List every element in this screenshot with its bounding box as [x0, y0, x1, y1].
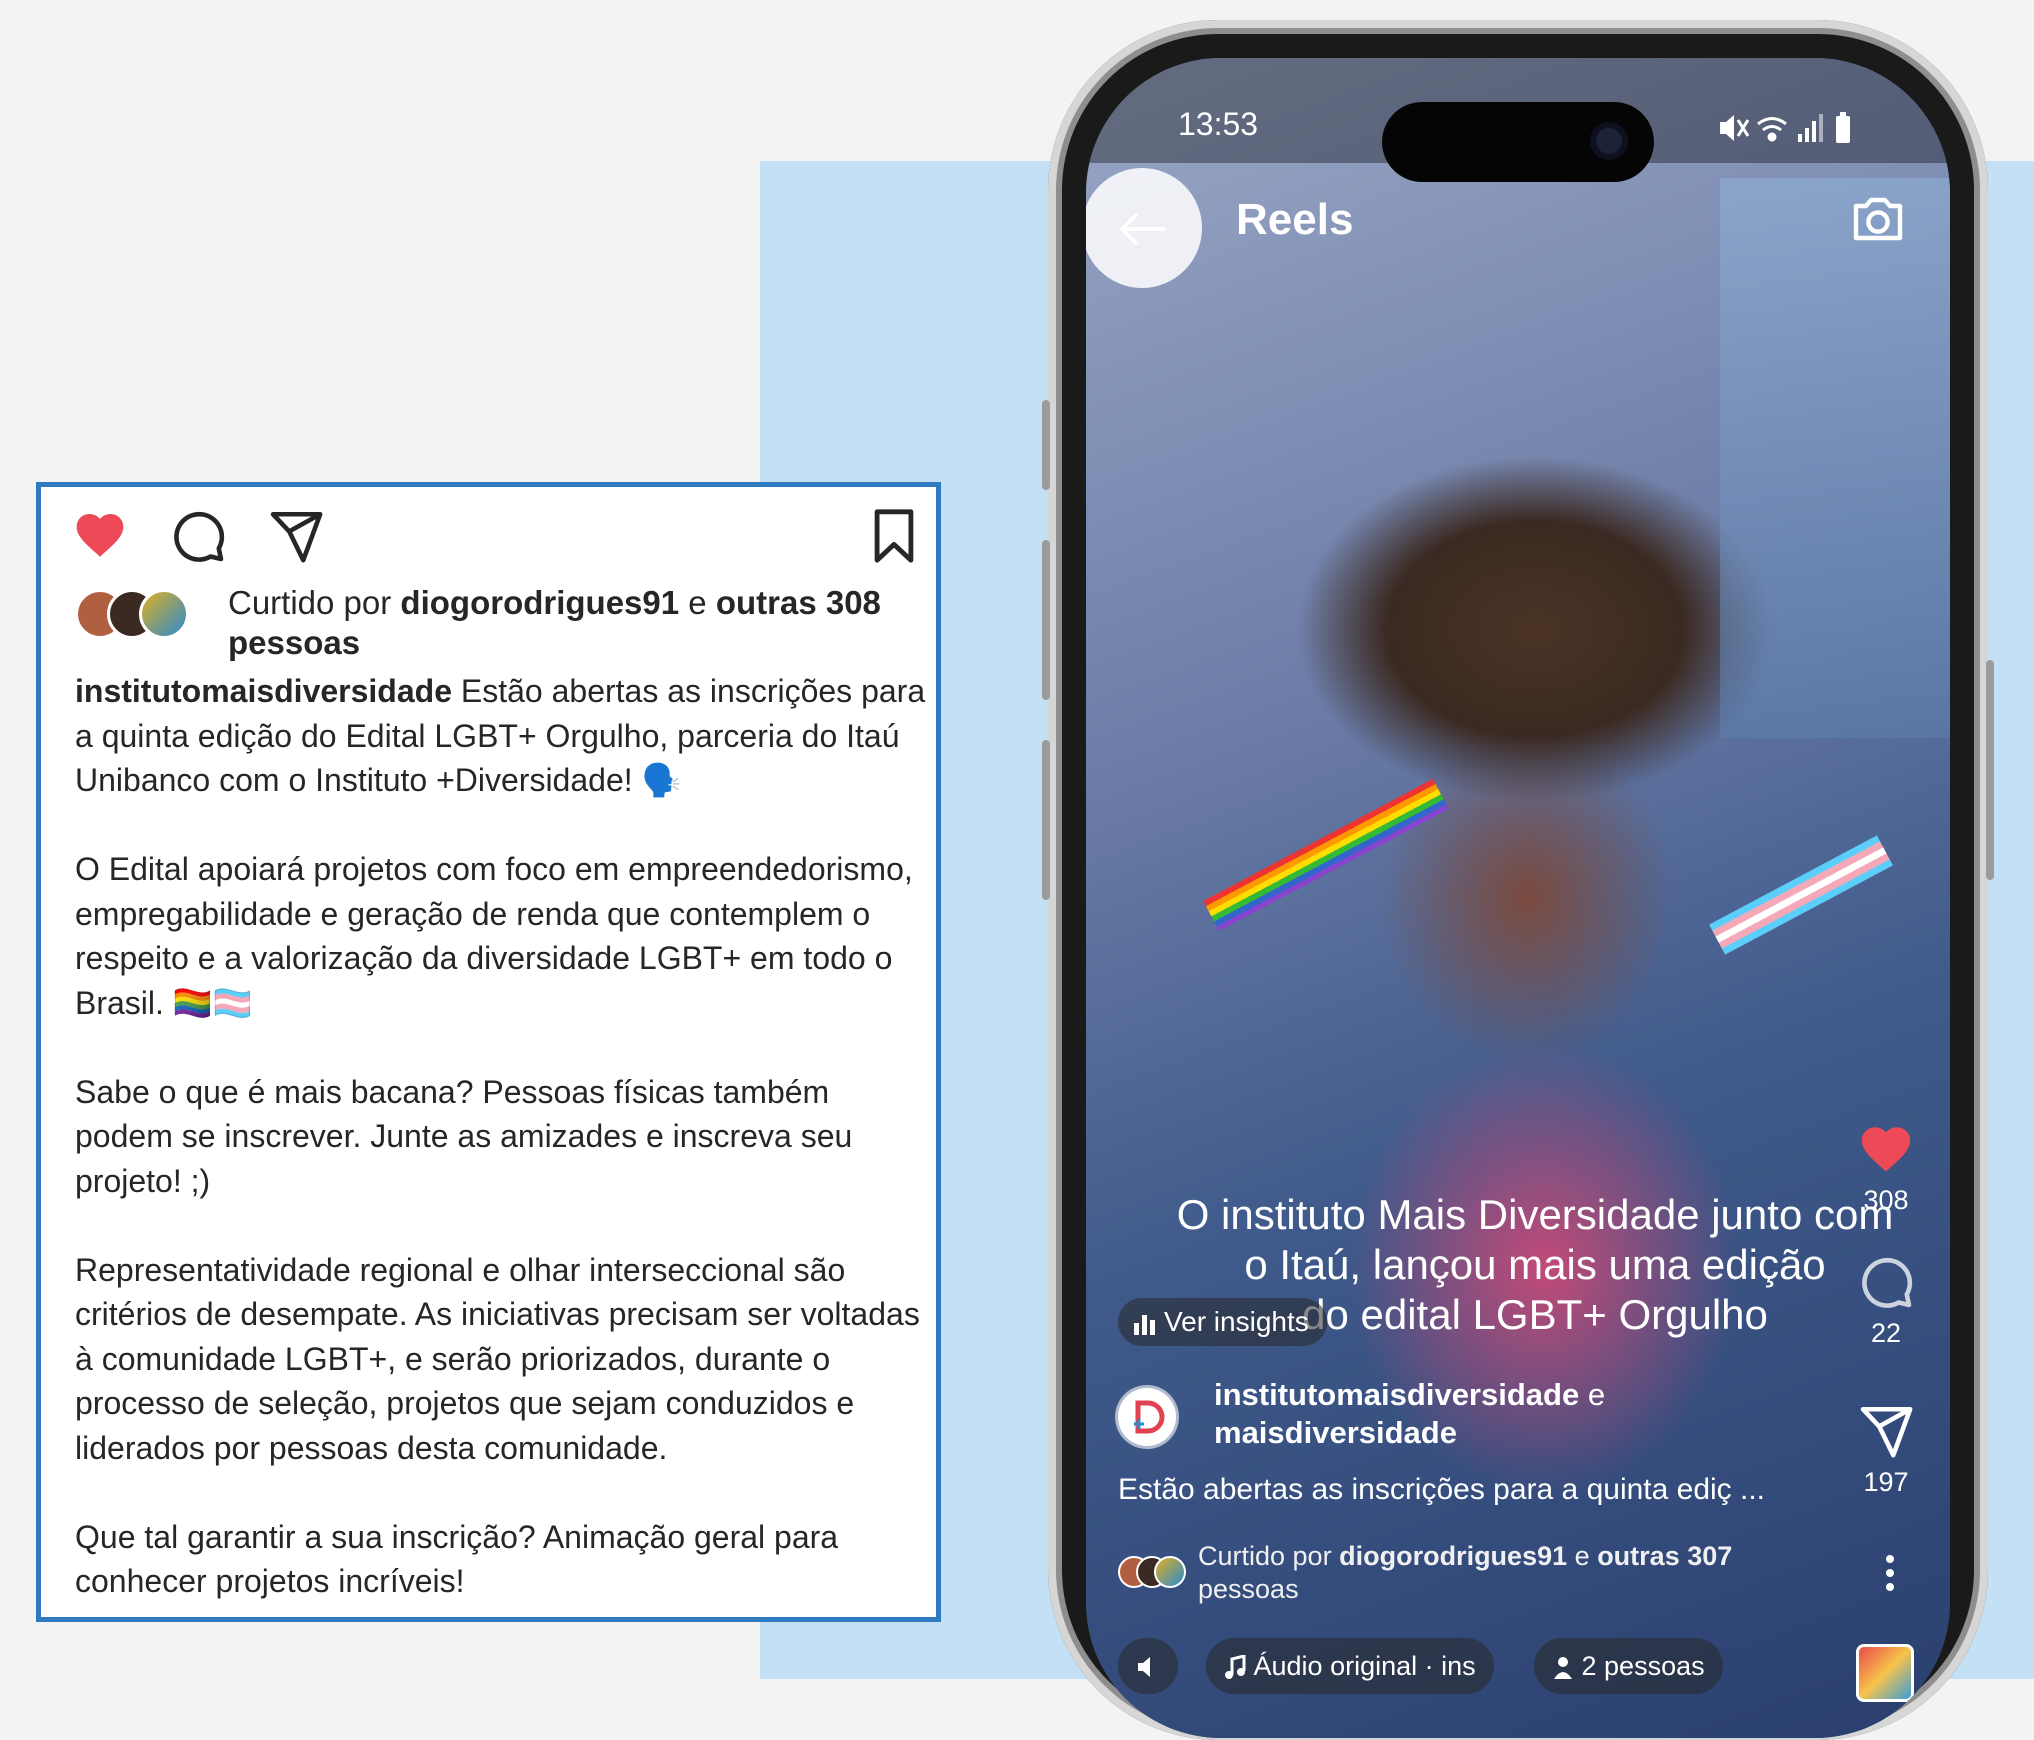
audio-label: Áudio original · ins	[1253, 1651, 1476, 1681]
status-time: 13:53	[1178, 106, 1259, 142]
people-pill[interactable]: 2 pessoas	[1534, 1638, 1723, 1694]
people-label: 2 pessoas	[1581, 1651, 1705, 1681]
phone-side-button	[1986, 660, 1994, 880]
post-card: Curtido por diogorodrigues91 e outras 30…	[36, 482, 941, 1622]
audio-pill[interactable]: Áudio original · ins	[1206, 1638, 1494, 1694]
likes-count: 308	[1863, 1185, 1909, 1215]
caption-paragraph-5: Que tal garantir a sua inscrição? Animaç…	[75, 1518, 839, 1600]
music-note-icon	[1225, 1654, 1246, 1679]
share-icon	[1860, 1406, 1913, 1458]
more-options-icon[interactable]	[1884, 1554, 1896, 1597]
reel-author[interactable]: institutomaisdiversidade e maisdiversida…	[1118, 1376, 1838, 1456]
liker-avatars[interactable]	[75, 589, 189, 639]
comment-icon	[1862, 1257, 1913, 1308]
like-action[interactable]: 308	[1846, 1120, 1926, 1216]
avatar	[1154, 1556, 1186, 1588]
liked-by-prefix: Curtido por	[228, 584, 392, 621]
liked-by-others-count[interactable]: outras 308	[716, 584, 881, 621]
author-joiner: e	[1587, 1377, 1606, 1412]
avatar[interactable]	[1118, 1388, 1176, 1446]
caption-paragraph-2: O Edital apoiará projetos com foco em em…	[75, 851, 913, 1021]
post-action-bar	[71, 507, 914, 570]
rainbow-pillow	[1203, 778, 1449, 932]
liked-by-suffix[interactable]: pessoas	[228, 624, 360, 661]
bookmark-icon[interactable]	[869, 507, 919, 570]
page-title: Reels	[1236, 195, 1354, 244]
post-caption: institutomaisdiversidade Estão abertas a…	[75, 669, 935, 1604]
mute-icon	[1720, 115, 1750, 141]
phone-side-button	[1042, 740, 1050, 900]
wall-poster	[1720, 178, 1950, 738]
liked-by-others-count[interactable]: outras 307	[1597, 1541, 1732, 1571]
phone-side-button	[1042, 400, 1050, 490]
liked-by-joiner: e	[1574, 1541, 1590, 1571]
shares-count: 197	[1863, 1467, 1909, 1497]
speaker-icon	[1138, 1657, 1150, 1677]
phone-side-button	[1042, 540, 1050, 700]
subtitle-line: O instituto Mais Diversidade junto com	[1176, 1191, 1894, 1238]
dynamic-island	[1382, 102, 1654, 182]
subtitle-line: o Itaú, lançou mais uma edição	[1244, 1241, 1826, 1288]
battery-icon	[1836, 112, 1850, 143]
heart-filled-icon[interactable]	[71, 507, 129, 568]
share-action[interactable]: 197	[1846, 1402, 1926, 1498]
comment-icon[interactable]	[169, 507, 227, 570]
liked-by-text: Curtido por diogorodrigues91 e outras 30…	[228, 583, 908, 663]
reel-caption[interactable]: Estão abertas as inscrições para a quint…	[1118, 1473, 1765, 1507]
caption-paragraph-3: Sabe o que é mais bacana? Pessoas física…	[75, 1073, 853, 1199]
bar-chart-icon	[1134, 1315, 1155, 1335]
phone-screen: 13:53 Reels O instituto Mais Diversidade…	[1086, 58, 1950, 1738]
person-icon	[1554, 1657, 1572, 1679]
wifi-icon	[1757, 117, 1787, 142]
insights-label: Ver insights	[1164, 1306, 1309, 1337]
liked-by-prefix: Curtido por	[1198, 1541, 1332, 1571]
author-username[interactable]: institutomaisdiversidade	[1214, 1377, 1579, 1412]
caption-username[interactable]: institutomaisdiversidade	[75, 673, 452, 709]
signal-icon	[1798, 114, 1823, 142]
reel-liked-by-text: Curtido por diogorodrigues91 e outras 30…	[1198, 1540, 1732, 1606]
insights-button[interactable]: Ver insights	[1118, 1298, 1327, 1346]
coauthor-username[interactable]: maisdiversidade	[1214, 1415, 1457, 1450]
avatar	[139, 589, 189, 639]
audio-album-art[interactable]	[1856, 1644, 1914, 1702]
front-camera	[1590, 122, 1628, 160]
comments-count: 22	[1870, 1318, 1902, 1348]
back-arrow-icon	[1120, 213, 1166, 245]
caption-paragraph-4: Representatividade regional e olhar inte…	[75, 1251, 920, 1466]
heart-filled-icon	[1861, 1127, 1911, 1172]
trans-pillow	[1709, 835, 1893, 955]
status-icons	[1718, 110, 1858, 146]
share-icon[interactable]	[267, 507, 325, 570]
author-names: institutomaisdiversidade e maisdiversida…	[1214, 1376, 1605, 1452]
camera-icon[interactable]	[1850, 194, 1906, 249]
back-button[interactable]	[1086, 168, 1202, 288]
volume-button[interactable]	[1118, 1638, 1178, 1694]
liked-by-suffix: pessoas	[1198, 1574, 1299, 1604]
comment-action[interactable]: 22	[1846, 1253, 1926, 1349]
liked-by-username[interactable]: diogorodrigues91	[400, 584, 679, 621]
phone-frame: 13:53 Reels O instituto Mais Diversidade…	[1042, 20, 1994, 1740]
liked-by-joiner: e	[688, 584, 707, 621]
liked-by-username[interactable]: diogorodrigues91	[1339, 1541, 1567, 1571]
